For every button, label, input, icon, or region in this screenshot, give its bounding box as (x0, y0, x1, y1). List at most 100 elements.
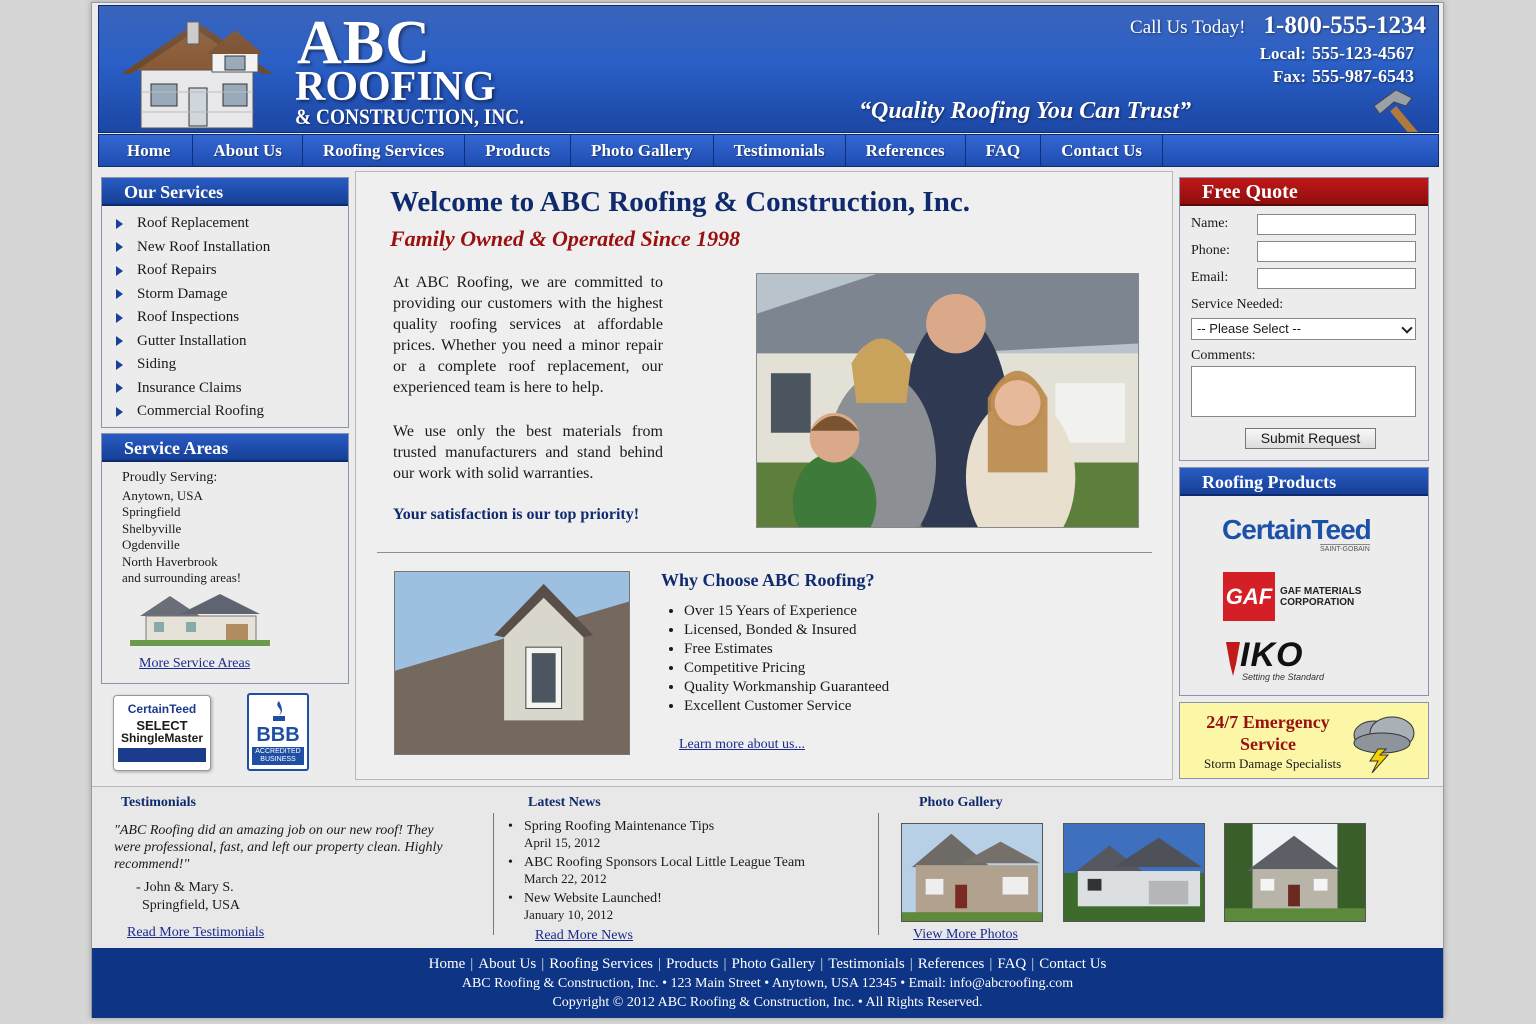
footer-link-contact-us[interactable]: Contact Us (1039, 956, 1106, 972)
nav-item-contact-us[interactable]: Contact Us (1041, 135, 1164, 166)
service-item-roof-replacement[interactable]: Roof Replacement (116, 212, 348, 236)
nav-item-faq[interactable]: FAQ (966, 135, 1042, 166)
testimonial-author: - John & Mary S. Springfield, USA (136, 879, 240, 915)
gaf-logo[interactable]: GAF (1223, 572, 1275, 621)
service-item-label: Roof Repairs (137, 262, 217, 278)
footer-nav-separator: | (723, 956, 727, 972)
arrow-right-icon (116, 406, 123, 417)
news-item[interactable]: ABC Roofing Sponsors Local Little League… (508, 855, 806, 886)
iko-logo[interactable]: IKO (1240, 636, 1303, 675)
service-item-label: Roof Inspections (137, 309, 240, 325)
news-title: Spring Roofing Maintenance Tips (524, 819, 715, 834)
service-select-value: -- Please Select -- (1197, 321, 1302, 336)
content-divider (377, 552, 1152, 553)
nav-item-photo-gallery[interactable]: Photo Gallery (571, 135, 714, 166)
services-list: Roof Replacement New Roof Installation Roo… (102, 206, 348, 424)
service-item-storm-damage[interactable]: Storm Damage (116, 283, 348, 307)
footer-link-faq[interactable]: FAQ (997, 956, 1026, 972)
service-item-label: Roof Replacement (137, 215, 250, 231)
gallery-thumbnail[interactable] (1224, 823, 1366, 922)
area-item: and surrounding areas! (122, 570, 242, 586)
local-label: Local: (1259, 44, 1306, 63)
toll-free-number[interactable]: 1-800-555-1234 (1264, 12, 1426, 39)
area-item: Shelbyville (122, 520, 182, 536)
footer-contact-info: ABC Roofing & Construction, Inc. • 123 M… (461, 976, 1074, 991)
call-us: Call Us Today! 1-800-555-1234 (1130, 12, 1426, 40)
certainteed-logo[interactable]: CertainTeed (1222, 514, 1372, 546)
footer-link-roofing-services[interactable]: Roofing Services (549, 956, 653, 972)
news-item[interactable]: New Website Launched!January 10, 2012 (508, 891, 805, 922)
services-title: Our Services (102, 178, 348, 206)
bbb-badge: BBB ACCREDITED BUSINESS (247, 693, 309, 771)
service-item-label: Storm Damage (137, 285, 228, 302)
footer-link-about-us[interactable]: About Us (478, 956, 536, 972)
gallery-thumbnail[interactable] (1063, 823, 1205, 922)
service-select[interactable]: -- Please Select -- (1191, 318, 1416, 340)
news-date: March 22, 2012 (524, 870, 607, 886)
roofing-products-box: Roofing Products CertainTeed SAINT-GOBAI… (1179, 467, 1429, 696)
footer-link-home[interactable]: Home (429, 956, 466, 972)
service-item-roof-inspections[interactable]: Roof Inspections (116, 306, 348, 330)
roofing-products-title: Roofing Products (1180, 468, 1428, 496)
learn-more-link[interactable]: Learn more about us... (679, 737, 805, 753)
name-label: Name: (1191, 216, 1229, 231)
free-quote-title: Free Quote (1180, 178, 1428, 206)
emergency-service-box[interactable]: 24/7 Emergency Service Storm Damage Spec… (1179, 702, 1429, 779)
service-item-insurance-claims[interactable]: Insurance Claims (116, 377, 348, 401)
service-item-commercial-roofing[interactable]: Commercial Roofing (116, 400, 348, 424)
submit-request-button[interactable]: Submit Request (1245, 428, 1376, 449)
email-label: Email: (1191, 270, 1229, 285)
arrow-right-icon (116, 336, 123, 347)
service-areas-box: Service Areas Proudly Serving: Anytown, … (101, 433, 349, 684)
house-logo-icon[interactable] (117, 12, 277, 130)
priority-text: Your satisfaction is our top priority! (393, 506, 640, 523)
main-nav: Home About Us Roofing Services Products Phot… (98, 134, 1439, 167)
area-item: Anytown, USA (122, 488, 203, 503)
nav-item-references[interactable]: References (846, 135, 966, 166)
gallery-thumbnail[interactable] (901, 823, 1043, 922)
email-field[interactable] (1257, 268, 1416, 289)
read-more-news-link[interactable]: Read More News (535, 928, 633, 944)
footer-link-products[interactable]: Products (666, 956, 719, 972)
areas-intro: Proudly Serving: (122, 470, 218, 485)
nav-item-testimonials[interactable]: Testimonials (714, 135, 846, 166)
arrow-right-icon (116, 359, 123, 370)
tagline: Family Owned & Operated Since 1998 (390, 226, 741, 251)
comments-textarea[interactable] (1191, 366, 1416, 417)
name-field[interactable] (1257, 214, 1416, 235)
nav-item-about-us[interactable]: About Us (193, 135, 303, 166)
local-fax: Local: 555-123-4567 Fax: 555-987-6543 (1260, 42, 1414, 88)
certainteed-subtitle: SAINT-GOBAIN (1320, 544, 1370, 553)
nav-item-products[interactable]: Products (465, 135, 572, 166)
more-service-areas-link[interactable]: More Service Areas (139, 656, 250, 672)
news-item[interactable]: Spring Roofing Maintenance TipsApril 15,… (508, 819, 805, 850)
footer-link-testimonials[interactable]: Testimonials (828, 956, 904, 972)
why-choose-title: Why Choose ABC Roofing? (661, 570, 875, 590)
roof-dormer-photo (394, 571, 630, 755)
footer-link-photo-gallery[interactable]: Photo Gallery (732, 956, 816, 972)
service-item-new-roof-installation[interactable]: New Roof Installation (116, 236, 348, 260)
services-box: Our Services Roof Replacement New Roof In… (101, 177, 349, 428)
service-item-roof-repairs[interactable]: Roof Repairs (116, 259, 348, 283)
view-more-photos-link[interactable]: View More Photos (913, 927, 1018, 943)
phone-field[interactable] (1257, 241, 1416, 262)
footer-link-references[interactable]: References (918, 956, 985, 972)
service-item-gutter-installation[interactable]: Gutter Installation (116, 330, 348, 354)
emergency-title: 24/7 Emergency Service (1206, 712, 1330, 754)
why-item: Competitive Pricing (684, 659, 889, 678)
read-more-testimonials-link[interactable]: Read More Testimonials (127, 925, 264, 941)
local-number[interactable]: 555-123-4567 (1312, 43, 1414, 63)
gaf-text-line2: CORPORATION (1280, 597, 1355, 608)
news-title: New Website Launched! (524, 891, 662, 906)
intro-paragraph-2: We use only the best materials from trus… (393, 423, 663, 482)
fax-label: Fax: (1272, 67, 1306, 86)
bbb-accredited: ACCREDITED BUSINESS (252, 747, 304, 765)
nav-item-roofing-services[interactable]: Roofing Services (303, 135, 466, 166)
area-item: Ogdenville (122, 537, 180, 553)
nav-item-home[interactable]: Home (99, 135, 194, 166)
service-item-siding[interactable]: Siding (116, 353, 348, 377)
slogan: “Quality Roofing You Can Trust” (859, 98, 1192, 124)
photo-gallery-title: Photo Gallery (919, 795, 1003, 810)
news-title: ABC Roofing Sponsors Local Little League… (524, 855, 806, 870)
service-item-label: Commercial Roofing (137, 403, 265, 419)
